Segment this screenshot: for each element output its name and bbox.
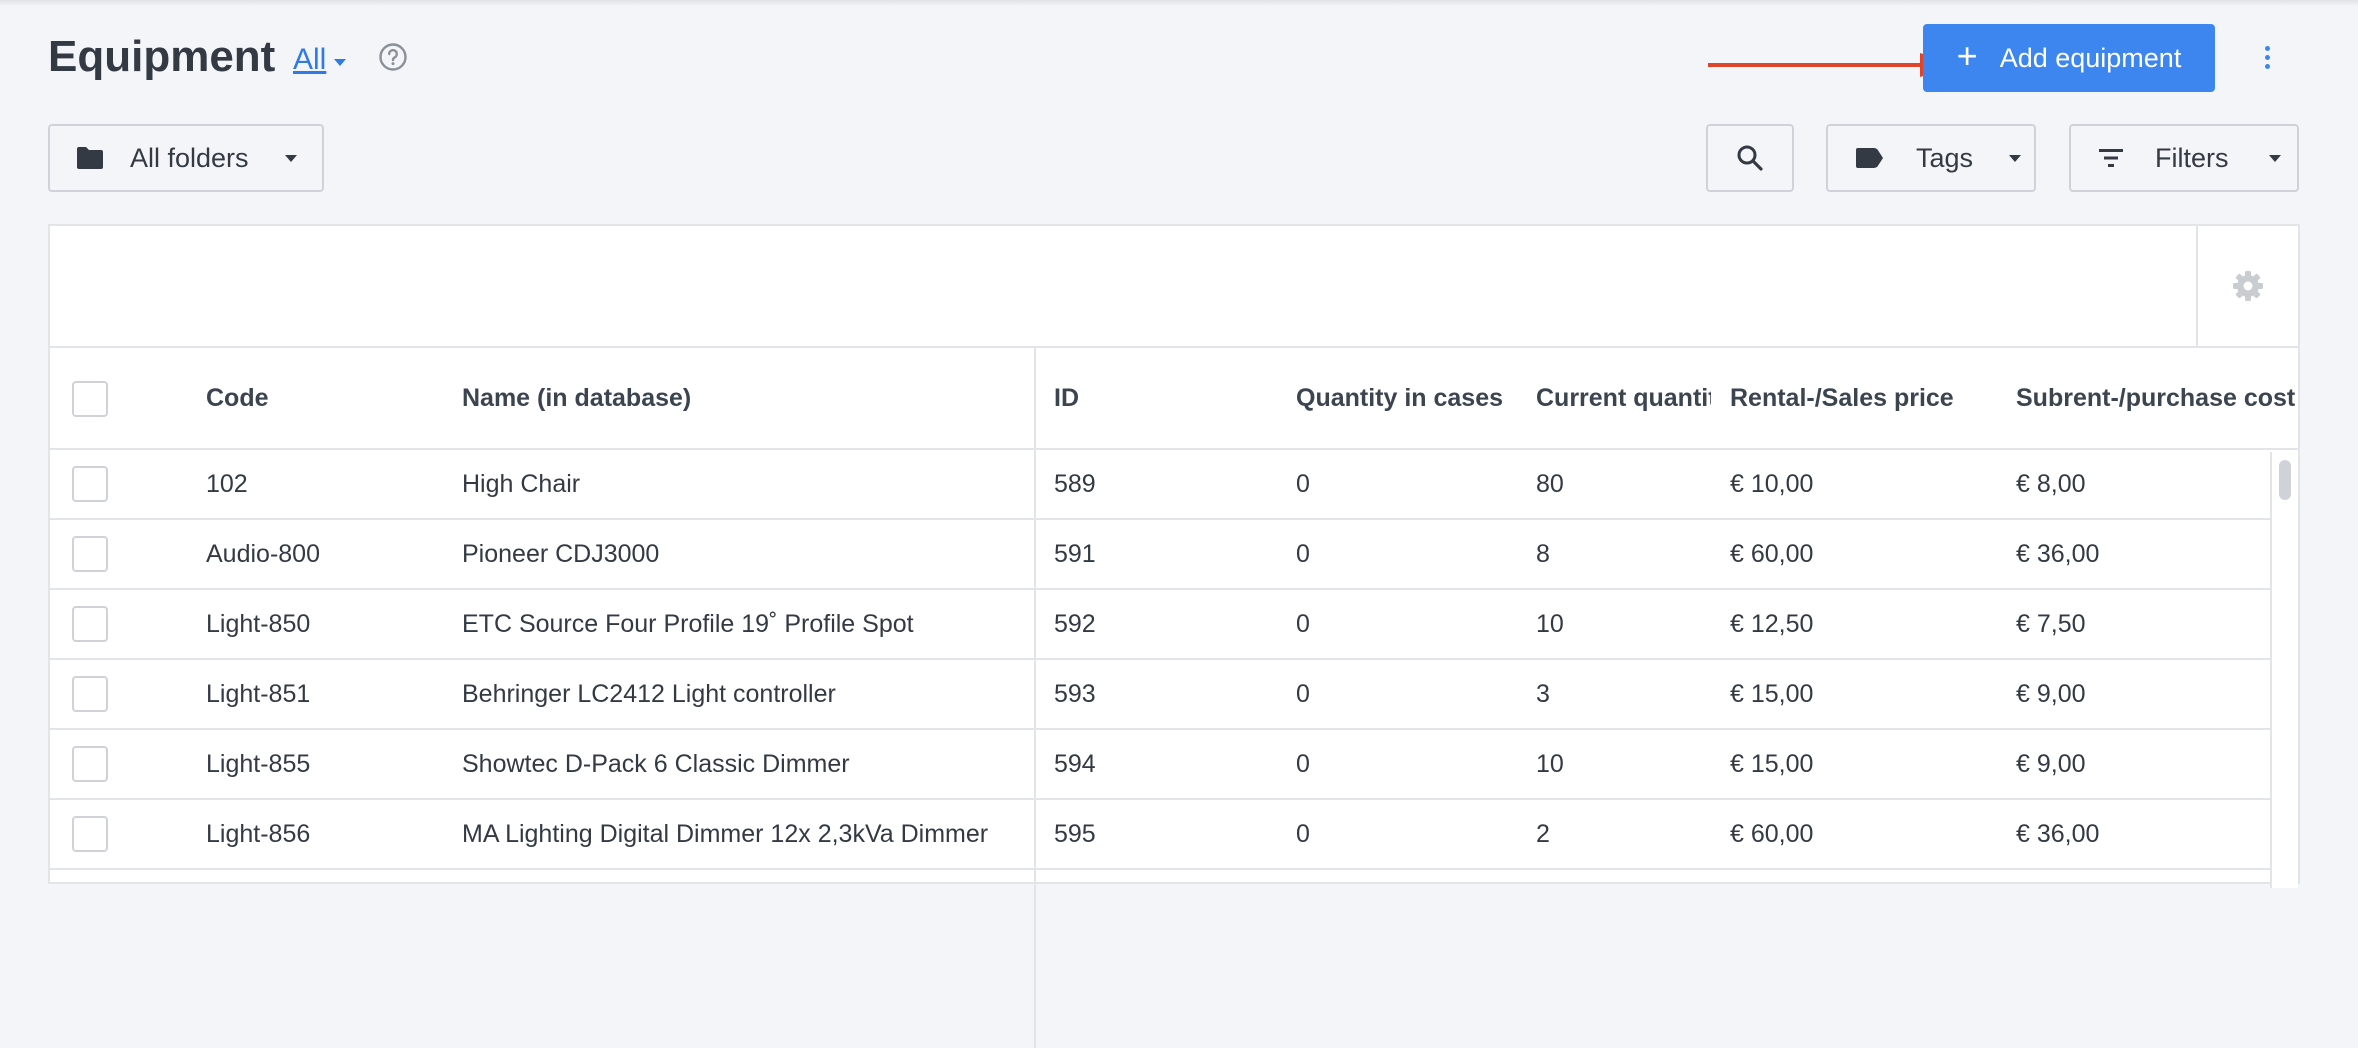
page-header: Equipment All + Add equipment <box>48 24 2310 92</box>
view-filter-label: All <box>293 43 327 76</box>
row-checkbox[interactable] <box>72 466 108 502</box>
table-row[interactable]: Audio-800 Pioneer CDJ3000 591 0 8 € 60,0… <box>50 520 2270 590</box>
cell-rental-price: € 12,50 <box>1730 610 1814 638</box>
cell-purchase-cost: € 9,00 <box>2016 750 2086 778</box>
cell-name: MA Lighting Digital Dimmer 12x 2,3kVa Di… <box>462 820 989 848</box>
cell-purchase-cost: € 9,00 <box>2016 680 2086 708</box>
gear-icon <box>2233 271 2263 301</box>
table-row[interactable]: Light-851 Behringer LC2412 Light control… <box>50 660 2270 730</box>
all-folders-dropdown[interactable]: All folders <box>48 124 324 192</box>
more-options-icon[interactable] <box>2252 42 2282 72</box>
cell-current-quantity: 10 <box>1536 610 1564 638</box>
column-header-quantity-in-cases[interactable]: Quantity in cases <box>1296 348 1503 448</box>
cell-quantity-in-cases: 0 <box>1296 750 1310 778</box>
add-equipment-button[interactable]: + Add equipment <box>1923 24 2215 92</box>
cell-code: 102 <box>206 470 248 498</box>
row-checkbox[interactable] <box>72 816 108 852</box>
row-checkbox[interactable] <box>72 536 108 572</box>
cell-id: 595 <box>1054 820 1096 848</box>
cell-purchase-cost: € 36,00 <box>2016 820 2100 848</box>
filter-icon <box>2099 149 2123 167</box>
table-settings-button[interactable] <box>2196 226 2298 346</box>
cell-name: High Chair <box>462 470 581 498</box>
filters-dropdown[interactable]: Filters <box>2069 124 2299 192</box>
cell-code: Light-855 <box>206 750 311 778</box>
cell-current-quantity: 3 <box>1536 680 1550 708</box>
caret-down-icon <box>284 154 297 162</box>
cell-rental-price: € 10,00 <box>1730 470 1814 498</box>
column-header-purchase-cost[interactable]: Subrent-/purchase cost <box>2016 348 2295 448</box>
cell-id: 592 <box>1054 610 1096 638</box>
cell-id: 589 <box>1054 470 1096 498</box>
cell-purchase-cost: € 36,00 <box>2016 540 2100 568</box>
equipment-table: Code Name (in database) ID Quantity in c… <box>50 346 2298 1048</box>
table-row[interactable]: 102 High Chair 589 0 80 € 10,00 € 8,00 <box>50 450 2270 520</box>
row-checkbox[interactable] <box>72 746 108 782</box>
cell-current-quantity: 80 <box>1536 470 1564 498</box>
cell-current-quantity: 2 <box>1536 820 1550 848</box>
search-button[interactable] <box>1706 124 1794 192</box>
page-title: Equipment <box>48 32 276 81</box>
tags-label: Tags <box>1916 142 1974 173</box>
table-row[interactable]: Light-855 Showtec D-Pack 6 Classic Dimme… <box>50 730 2270 800</box>
column-header-code[interactable]: Code <box>206 348 269 448</box>
all-folders-label: All folders <box>130 142 249 173</box>
cell-code: Audio-800 <box>206 540 320 568</box>
add-equipment-label: Add equipment <box>1999 42 2182 73</box>
cell-name: Behringer LC2412 Light controller <box>462 680 836 708</box>
select-all-checkbox[interactable] <box>72 381 108 417</box>
top-shadow <box>0 0 2358 6</box>
caret-down-icon <box>2268 154 2281 162</box>
cell-rental-price: € 15,00 <box>1730 750 1814 778</box>
equipment-table-panel: Code Name (in database) ID Quantity in c… <box>48 224 2300 1048</box>
cell-rental-price: € 60,00 <box>1730 540 1814 568</box>
cell-id: 594 <box>1054 750 1096 778</box>
cell-quantity-in-cases: 0 <box>1296 820 1310 848</box>
column-header-rental-price[interactable]: Rental-/Sales price <box>1730 348 1954 448</box>
cell-rental-price: € 15,00 <box>1730 680 1814 708</box>
table-row[interactable]: Light-850 ETC Source Four Profile 19˚ Pr… <box>50 590 2270 660</box>
cell-quantity-in-cases: 0 <box>1296 470 1310 498</box>
filters-label: Filters <box>2155 142 2229 173</box>
column-header-current-quantity[interactable]: Current quantit <box>1536 348 1711 448</box>
tag-icon <box>1856 148 1883 168</box>
cell-purchase-cost: € 8,00 <box>2016 470 2086 498</box>
caret-down-icon <box>2009 154 2022 162</box>
cell-purchase-cost: € 7,50 <box>2016 610 2086 638</box>
cell-quantity-in-cases: 0 <box>1296 610 1310 638</box>
cell-name: Pioneer CDJ3000 <box>462 540 660 568</box>
column-header-id[interactable]: ID <box>1054 348 1079 448</box>
cell-quantity-in-cases: 0 <box>1296 540 1310 568</box>
cell-id: 593 <box>1054 680 1096 708</box>
caret-down-icon <box>334 58 347 66</box>
table-scrollbar[interactable] <box>2270 452 2298 888</box>
help-icon[interactable] <box>378 42 408 72</box>
scrollbar-thumb[interactable] <box>2279 460 2291 500</box>
cell-id: 591 <box>1054 540 1096 568</box>
table-row[interactable]: Light-856 MA Lighting Digital Dimmer 12x… <box>50 800 2270 870</box>
cell-code: Light-851 <box>206 680 311 708</box>
search-icon <box>1737 145 1763 171</box>
row-checkbox[interactable] <box>72 606 108 642</box>
cell-code: Light-850 <box>206 610 311 638</box>
column-header-name[interactable]: Name (in database) <box>462 348 691 448</box>
row-checkbox[interactable] <box>72 676 108 712</box>
cell-quantity-in-cases: 0 <box>1296 680 1310 708</box>
cell-code: Light-856 <box>206 820 311 848</box>
tags-dropdown[interactable]: Tags <box>1826 124 2036 192</box>
cell-rental-price: € 60,00 <box>1730 820 1814 848</box>
view-filter-dropdown[interactable]: All <box>293 40 347 80</box>
cell-name: Showtec D-Pack 6 Classic Dimmer <box>462 750 850 778</box>
cell-name: ETC Source Four Profile 19˚ Profile Spot <box>462 610 914 638</box>
cell-current-quantity: 10 <box>1536 750 1564 778</box>
plus-icon: + <box>1956 35 1978 76</box>
cell-current-quantity: 8 <box>1536 540 1550 568</box>
folder-icon <box>77 147 103 169</box>
table-body: 102 High Chair 589 0 80 € 10,00 € 8,00 A… <box>50 450 2270 870</box>
table-header-row: Code Name (in database) ID Quantity in c… <box>50 348 2298 450</box>
